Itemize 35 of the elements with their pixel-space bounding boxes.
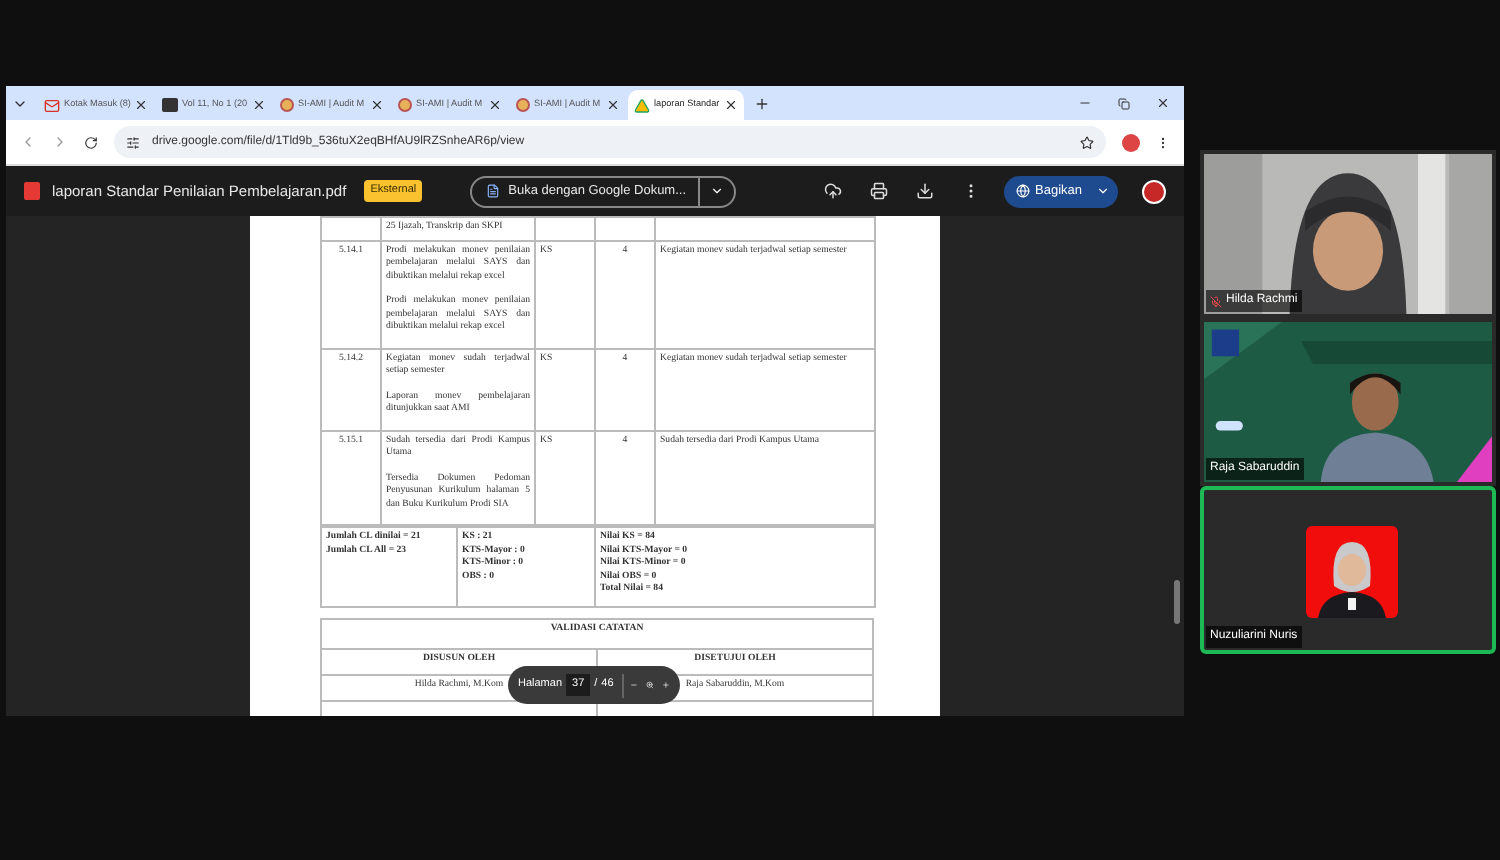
close-icon[interactable] xyxy=(370,98,384,112)
forward-icon[interactable] xyxy=(52,134,68,150)
close-icon[interactable] xyxy=(134,98,149,112)
zoom-in-icon[interactable] xyxy=(662,678,670,692)
restore-icon[interactable] xyxy=(1118,98,1130,110)
zoom-out-icon[interactable] xyxy=(630,678,639,692)
drive-icon xyxy=(634,97,650,113)
mail-icon xyxy=(44,97,60,113)
close-icon[interactable] xyxy=(488,98,502,112)
print-icon[interactable] xyxy=(869,182,887,200)
close-icon[interactable] xyxy=(724,98,738,112)
docs-icon xyxy=(486,184,501,198)
menu-icon[interactable] xyxy=(1156,135,1170,149)
caret-icon xyxy=(710,184,725,198)
download-icon[interactable] xyxy=(915,182,933,200)
site-settings-icon[interactable] xyxy=(126,135,140,149)
zoom-icon[interactable] xyxy=(646,678,655,692)
site-icon xyxy=(516,98,530,112)
site-icon xyxy=(280,98,294,112)
close-icon[interactable] xyxy=(606,98,620,112)
scrollbar-thumb[interactable] xyxy=(1174,580,1180,624)
tab-list-icon[interactable] xyxy=(12,96,28,112)
site-icon xyxy=(398,98,412,112)
profile-avatar[interactable] xyxy=(1122,133,1140,151)
reload-icon[interactable] xyxy=(84,135,98,149)
add-shortcut-icon[interactable] xyxy=(823,182,841,200)
close-icon[interactable] xyxy=(252,98,266,112)
new-tab-icon[interactable] xyxy=(754,96,770,112)
caret-icon xyxy=(1096,184,1110,198)
globe-icon xyxy=(1015,184,1029,198)
bookmark-icon[interactable] xyxy=(1080,135,1094,149)
user-avatar[interactable] xyxy=(1142,179,1166,203)
back-icon[interactable] xyxy=(20,134,36,150)
close-window-icon[interactable] xyxy=(1156,96,1170,110)
minimize-icon[interactable] xyxy=(1078,96,1092,110)
